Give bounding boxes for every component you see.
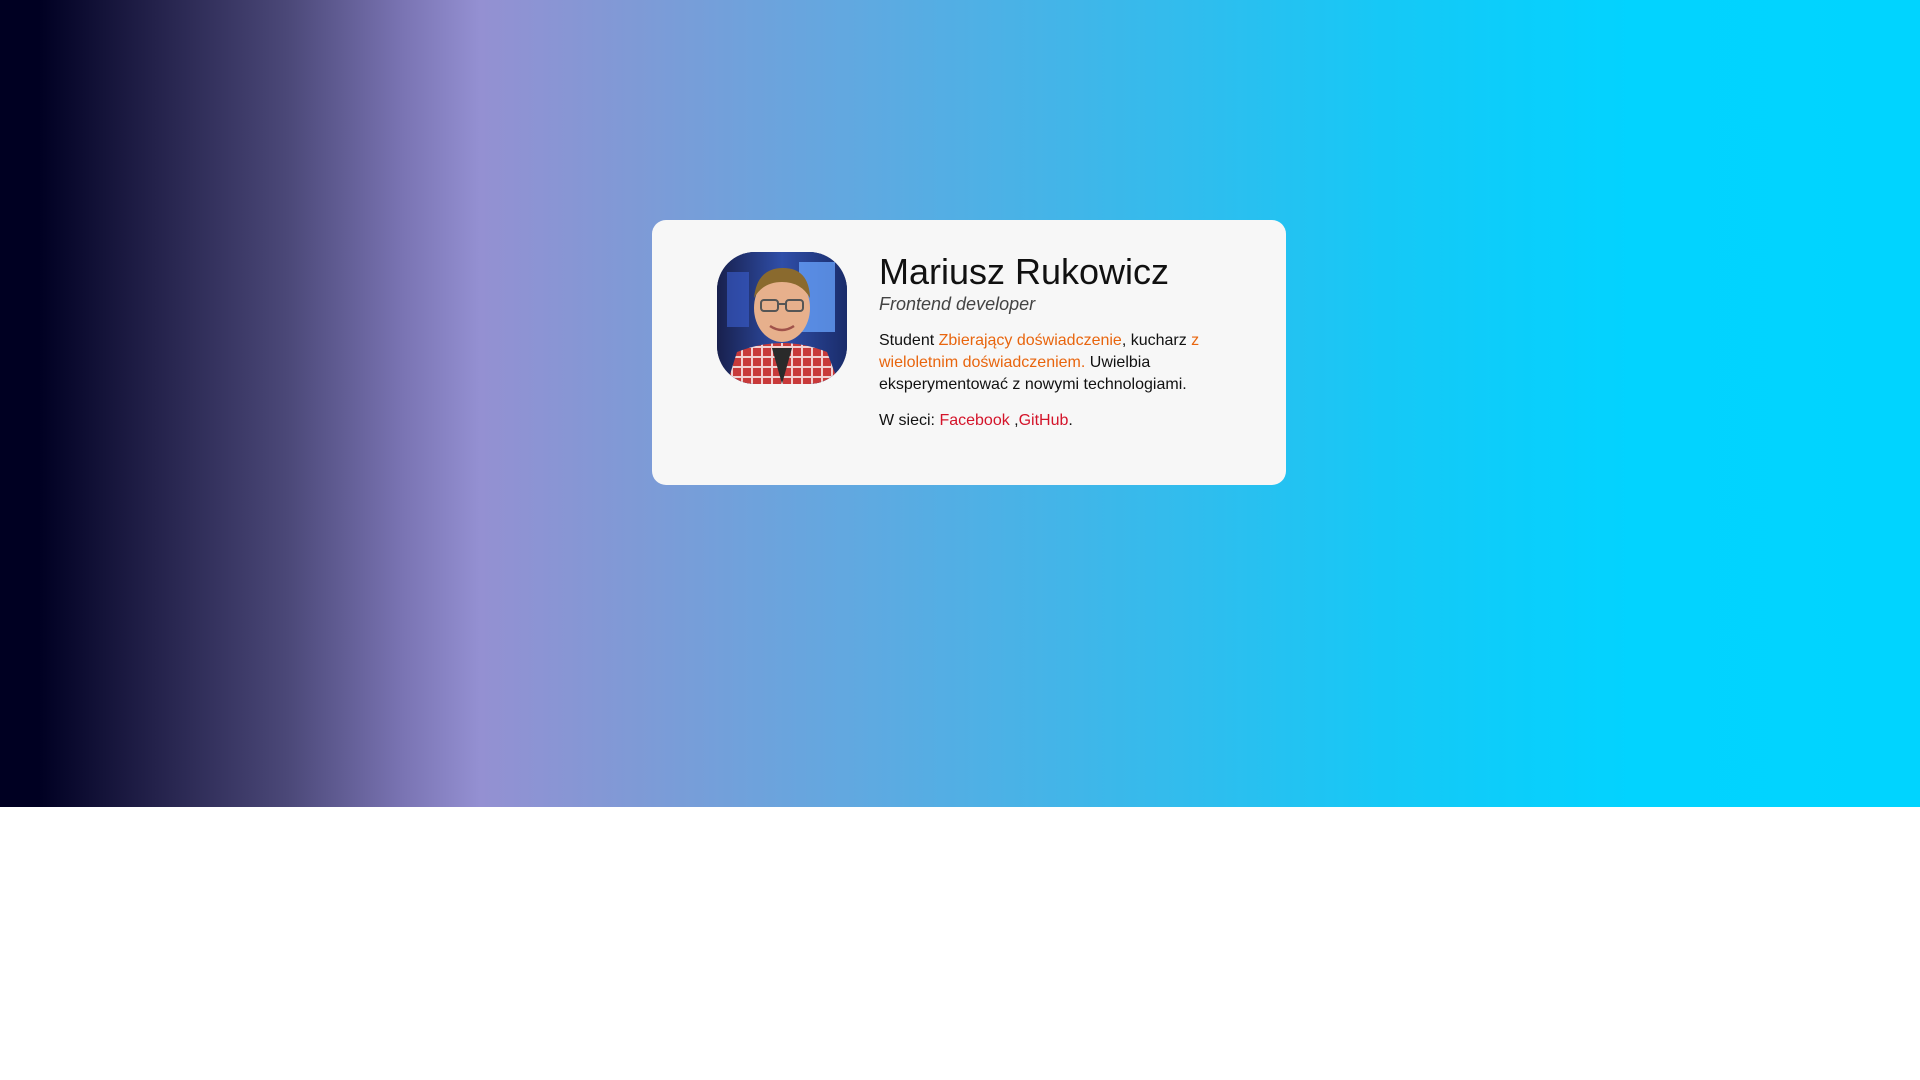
bio-text-2: , kucharz	[1121, 332, 1192, 349]
bio-text-1: Student	[879, 332, 939, 349]
facebook-link[interactable]: Facebook	[939, 412, 1009, 429]
social-separator: ,	[1009, 412, 1019, 429]
social-suffix: .	[1068, 412, 1073, 429]
profile-name: Mariusz Rukowicz	[879, 251, 1170, 292]
github-link[interactable]: GitHub	[1019, 412, 1069, 429]
avatar	[717, 252, 847, 384]
profile-photo-image	[717, 252, 847, 384]
social-prefix: W sieci:	[879, 412, 940, 429]
profile-role: Frontend developer	[879, 294, 1036, 314]
hero-background: Mariusz Rukowicz Frontend developer Stud…	[0, 0, 1920, 807]
social-links: W sieci: Facebook ,GitHub.	[879, 410, 1229, 432]
profile-info: Mariusz Rukowicz Frontend developer Stud…	[879, 250, 1229, 432]
profile-card: Mariusz Rukowicz Frontend developer Stud…	[652, 220, 1286, 485]
bio-link-experience[interactable]: Zbierający doświadczenie	[939, 332, 1122, 349]
profile-bio: Student Zbierający doświadczenie, kuchar…	[879, 330, 1229, 396]
